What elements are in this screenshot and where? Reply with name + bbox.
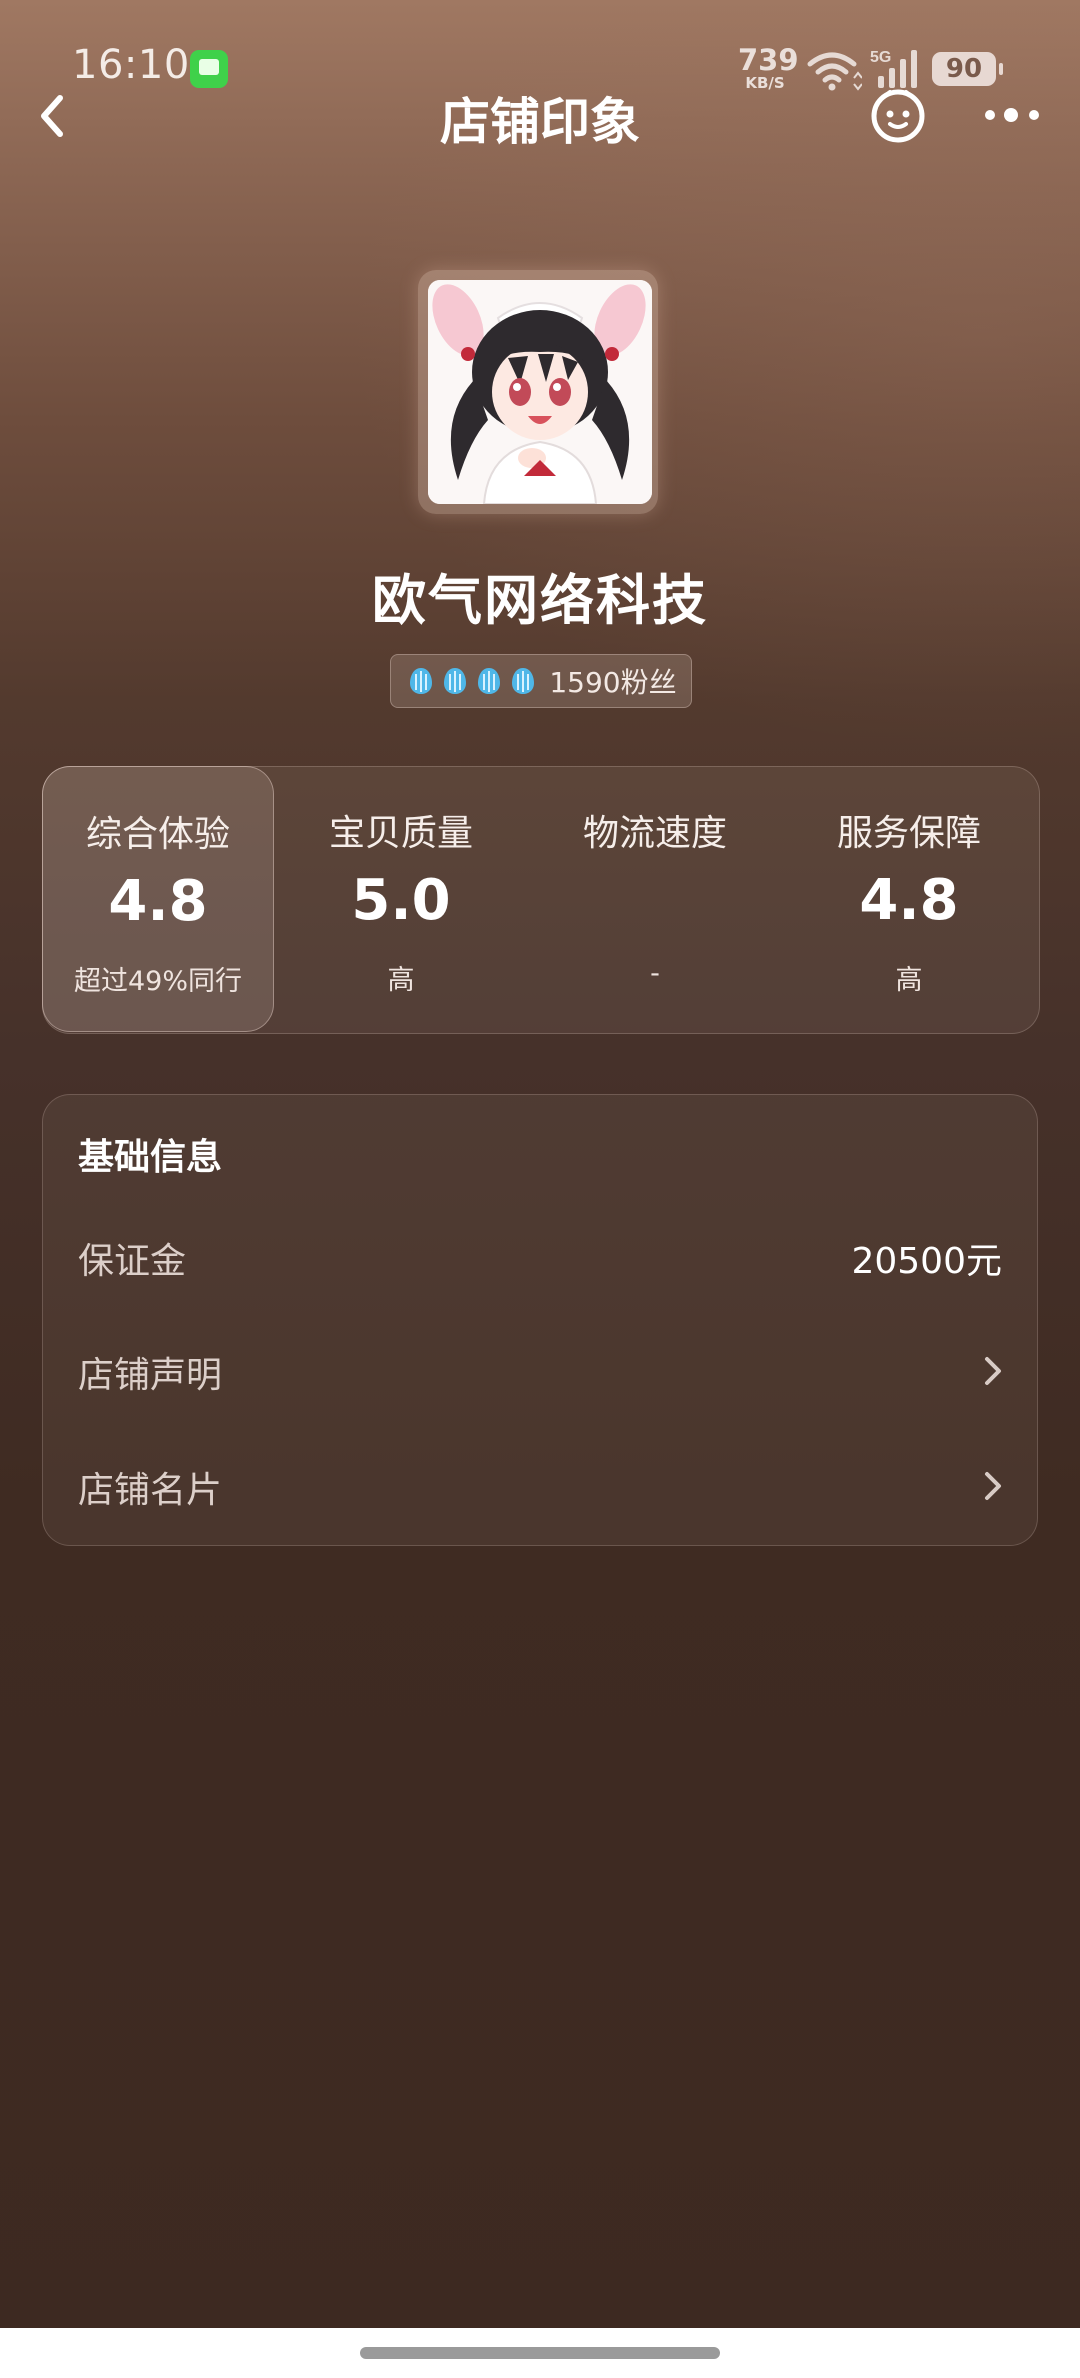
score-label: 综合体验 (85, 814, 230, 855)
score-tab-logistics[interactable]: 物流速度 - (540, 766, 770, 1032)
home-indicator[interactable] (360, 2347, 720, 2359)
fans-count: 1590粉丝 (549, 666, 677, 699)
crown-icon (410, 668, 433, 694)
basic-info-title: 基础信息 (78, 1137, 223, 1178)
score-value: 4.8 (859, 868, 959, 933)
score-value: 4.8 (108, 869, 208, 934)
deposit-value: 20500元 (851, 1241, 1002, 1282)
crown-icon (478, 668, 501, 694)
shop-name: 欧气网络科技 (372, 569, 708, 632)
crown-level-group (405, 665, 539, 697)
score-tab-service[interactable]: 服务保障 4.8 高 (794, 766, 1024, 1032)
network-speed-value: 739 (738, 43, 799, 77)
score-tab-overall[interactable]: 综合体验 4.8 超过49%同行 (42, 766, 274, 1032)
battery-indicator: 90 (932, 52, 1003, 86)
score-label: 物流速度 (582, 813, 727, 854)
more-dots-icon[interactable] (982, 95, 1042, 135)
chevron-right-icon (985, 1472, 1001, 1500)
shop-card-label: 店铺名片 (78, 1470, 223, 1511)
shop-statement-label: 店铺声明 (78, 1355, 223, 1396)
fans-badge: 1590粉丝 (390, 654, 692, 708)
score-sub: 高 (387, 965, 415, 996)
score-value: 5.0 (351, 868, 451, 933)
deposit-label: 保证金 (78, 1241, 187, 1282)
smiley-service-icon[interactable] (868, 84, 928, 144)
crown-icon (512, 668, 535, 694)
chevron-right-icon (985, 1357, 1001, 1385)
score-sub: 超过49%同行 (73, 966, 242, 997)
score-sub: - (650, 958, 660, 989)
network-type-label: 5G (870, 49, 891, 66)
shop-avatar[interactable] (428, 280, 652, 504)
score-label: 服务保障 (836, 813, 981, 854)
score-tab-item-quality[interactable]: 宝贝质量 5.0 高 (286, 766, 516, 1032)
score-sub: 高 (895, 965, 923, 996)
crown-icon (444, 668, 467, 694)
score-label: 宝贝质量 (328, 813, 473, 854)
shop-avatar-image (428, 280, 652, 504)
